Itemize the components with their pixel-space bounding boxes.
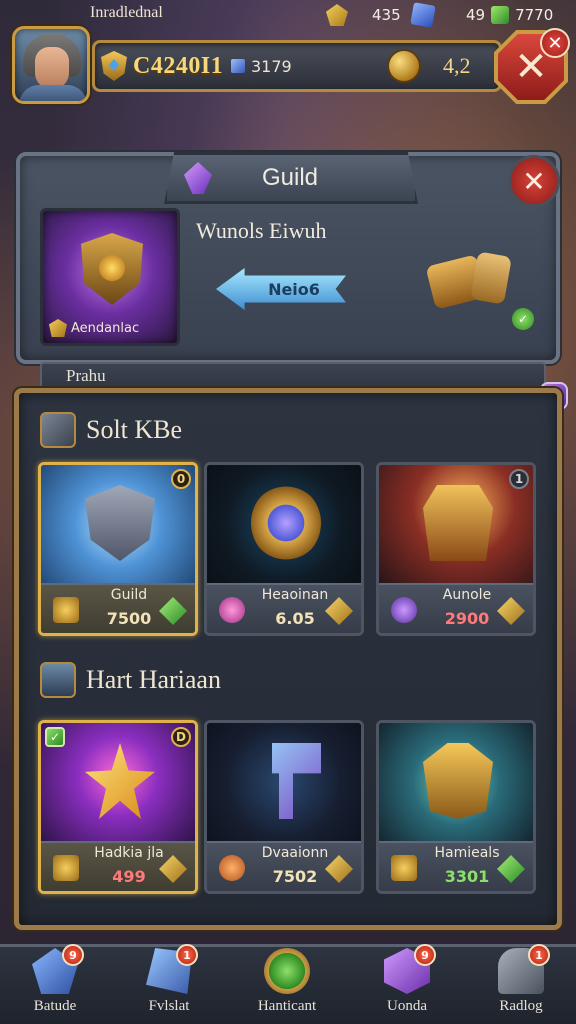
shop-card[interactable]: Hamieals 3301: [376, 720, 536, 894]
card-footer: Heaoinan 6.05: [207, 583, 361, 633]
nav-label: Batude: [33, 998, 77, 1014]
card-name: Aunole: [442, 587, 492, 603]
close-icon: ✕: [522, 164, 546, 198]
star-relic-icon: [85, 743, 155, 819]
shop-card[interactable]: Heaoinan 6.05: [204, 462, 364, 636]
card-name: Hadkia jla: [94, 845, 164, 861]
card-name: Hamieals: [434, 845, 500, 861]
close-icon: ✕: [514, 44, 548, 90]
shield-item-icon: [85, 485, 155, 561]
guild-subtitle: Wunols Eiwuh: [196, 218, 327, 243]
coin-amount: 4,2: [443, 53, 471, 78]
hammer-icon: [272, 743, 321, 819]
nav-label: Fvlslat: [148, 998, 190, 1014]
gem-amount: 3179: [251, 56, 292, 76]
green-gem-icon: [491, 6, 510, 24]
avatar-body: [19, 85, 87, 101]
nav-badge: 9: [414, 944, 436, 966]
blue-cube-icon: [410, 2, 436, 28]
nav-item-hanticant[interactable]: Hanticant: [232, 944, 342, 1024]
trophy-icon: [53, 597, 79, 623]
card-art: [379, 723, 533, 841]
status-title: Inradlednal: [90, 4, 163, 21]
scroll-piece: [470, 251, 512, 305]
stat-green: 49 7770: [466, 2, 553, 28]
coin-resource: 4,2: [389, 43, 471, 89]
card-art: [207, 723, 361, 841]
arrow-button-label: Neio6: [268, 279, 320, 299]
nav-item-fvlslat[interactable]: 1 Fvlslat: [114, 944, 224, 1024]
rank-badge-icon: [49, 319, 67, 337]
amber-orb-icon: [219, 855, 245, 881]
potion-icon: [391, 597, 417, 623]
emblem-label-text: Aendanlac: [71, 320, 140, 336]
check-icon: ✓: [512, 308, 534, 330]
rune-ring-icon: [251, 485, 321, 561]
gold-coin-icon: [389, 51, 419, 81]
card-footer: Hamieals 3301: [379, 841, 533, 891]
section1-header: Solt KBe: [40, 410, 182, 450]
nav-label: Uonda: [387, 998, 427, 1014]
stat-blue: [410, 2, 436, 28]
card-footer: Guild 7500: [41, 583, 195, 633]
card-name: Guild: [110, 587, 148, 603]
subtab-label[interactable]: Prahu: [66, 366, 106, 386]
section2-header: Hart Hariaan: [40, 660, 221, 700]
anvil-icon: [40, 412, 76, 448]
nav-badge: 1: [176, 944, 198, 966]
close-mini-icon: ✕: [547, 32, 563, 54]
avatar-face: [35, 47, 69, 89]
nav-label: Hanticant: [257, 998, 317, 1014]
player-avatar[interactable]: [12, 26, 90, 104]
card-badge: D: [171, 727, 191, 747]
section1-title: Solt KBe: [86, 415, 183, 444]
gem-resource: 3179: [231, 43, 292, 89]
blue-gem-icon: [231, 59, 245, 73]
green-emblem-icon: [264, 948, 310, 994]
gold-amount: C4240I1: [133, 52, 224, 79]
nav-badge: 1: [528, 944, 550, 966]
card-name: Heaoinan: [261, 587, 329, 603]
lantern-icon: [423, 743, 493, 819]
nav-label: Radlog: [499, 998, 543, 1014]
stat-gold-value: 435: [372, 6, 401, 24]
emblem-label: Aendanlac: [49, 319, 139, 337]
section2-title: Hart Hariaan: [86, 665, 221, 694]
shop-card[interactable]: 0 Guild 7500: [38, 462, 198, 636]
shop-card[interactable]: ✓ D Hadkia jla 499: [38, 720, 198, 894]
stat-green-total: 7770: [515, 6, 554, 24]
emblem-gem-icon: [99, 255, 125, 281]
hero-portrait-icon: [40, 662, 76, 698]
card-footer: Dvaaionn 7502: [207, 841, 361, 891]
card-footer: Aunole 2900: [379, 583, 533, 633]
guild-close-button[interactable]: ✕: [508, 155, 560, 207]
shop-card[interactable]: Dvaaionn 7502: [204, 720, 364, 894]
gold-resource: C4240I1: [101, 43, 223, 89]
chalice-icon: [391, 855, 417, 881]
shop-card[interactable]: 1 Aunole 2900: [376, 462, 536, 636]
stat-green-value: 49: [466, 6, 486, 24]
card-badge: 0: [171, 469, 191, 489]
guild-emblem-card[interactable]: Aendanlac: [40, 208, 180, 346]
trophy-icon: [53, 855, 79, 881]
check-badge-icon: ✓: [45, 727, 65, 747]
card-art: [207, 465, 361, 583]
shield-gem-icon: [101, 51, 127, 81]
nav-item-batude[interactable]: 9 Batude: [0, 944, 110, 1024]
guild-title: Guild: [261, 164, 319, 191]
nav-item-uonda[interactable]: 9 Uonda: [352, 944, 462, 1024]
nav-item-radlog[interactable]: 1 Radlog: [466, 944, 576, 1024]
scroll-reward-icon[interactable]: [425, 250, 518, 310]
nav-badge: 9: [62, 944, 84, 966]
status-bar: Inradlednal 435 49 7770: [0, 0, 576, 30]
treasure-chest-icon: [423, 485, 493, 561]
close-mini-button[interactable]: ✕: [540, 28, 570, 58]
resource-bar: C4240I1 3179 4,2: [92, 40, 502, 92]
stat-gold: 435: [326, 2, 401, 28]
card-badge: 1: [509, 469, 529, 489]
card-name: Dvaaionn: [261, 845, 329, 861]
orb-icon: [219, 597, 245, 623]
card-footer: Hadkia jla 499: [41, 841, 195, 891]
gold-crest-icon: [326, 4, 348, 26]
